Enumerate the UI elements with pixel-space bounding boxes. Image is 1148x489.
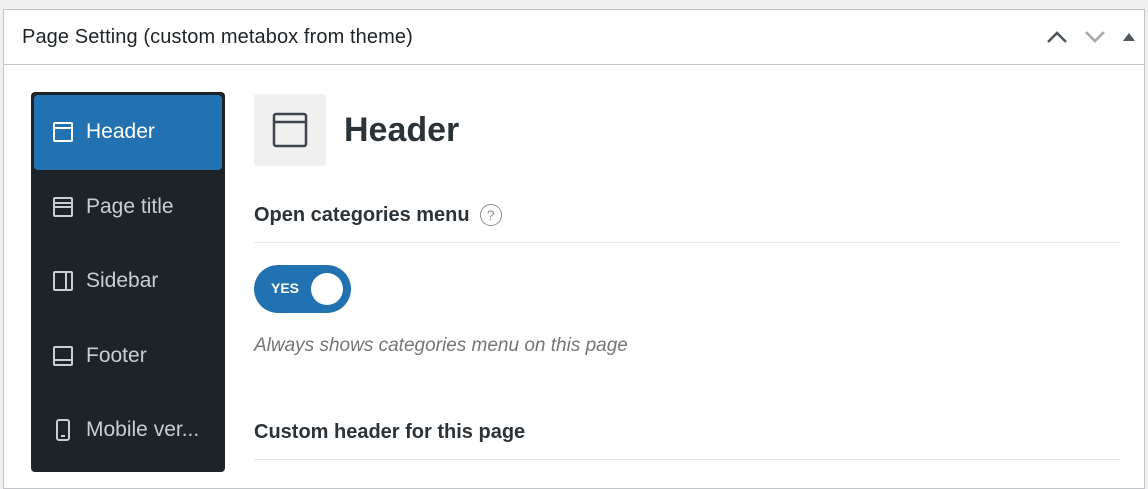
toggle-panel-button[interactable]: [1114, 18, 1144, 56]
chevron-down-icon: [1085, 31, 1105, 43]
sidebar-item-footer[interactable]: Footer: [34, 319, 222, 394]
chevron-up-icon: [1047, 31, 1067, 43]
custom-header-field: Custom header for this page: [254, 420, 1120, 444]
field-divider: [254, 459, 1120, 460]
section-heading: Header: [254, 93, 1120, 167]
sidebar-item-mobile-version[interactable]: Mobile ver...: [34, 393, 222, 468]
mobile-icon: [52, 419, 74, 442]
metabox-handle-actions: [1038, 10, 1144, 64]
field-divider: [254, 242, 1120, 243]
metabox-header: Page Setting (custom metabox from theme): [4, 10, 1144, 65]
toggle-state-label: YES: [271, 280, 300, 296]
field-description: Always shows categories menu on this pag…: [254, 335, 628, 356]
sidebar-layout-icon: [52, 270, 74, 292]
help-icon[interactable]: ?: [479, 204, 502, 226]
page-title-icon: [52, 196, 74, 218]
open-categories-field: Open categories menu ?: [254, 203, 1120, 227]
metabox-title: Page Setting (custom metabox from theme): [22, 25, 413, 48]
page-setting-metabox: Page Setting (custom metabox from theme): [3, 9, 1145, 489]
toggle-knob: [311, 273, 343, 305]
sidebar-item-sidebar[interactable]: Sidebar: [34, 244, 222, 319]
move-up-button[interactable]: [1038, 18, 1076, 56]
header-layout-icon: [254, 94, 326, 166]
settings-sidebar: Header Page title Sidebar Footer Mobile …: [31, 92, 225, 472]
sidebar-item-label: Page title: [86, 194, 174, 218]
move-down-button[interactable]: [1076, 18, 1114, 56]
sidebar-item-label: Mobile ver...: [86, 418, 200, 442]
sidebar-item-page-title[interactable]: Page title: [34, 170, 222, 245]
sidebar-item-header[interactable]: Header: [34, 95, 222, 170]
triangle-up-icon: [1123, 33, 1135, 41]
sidebar-item-label: Footer: [86, 343, 147, 367]
field-label: Custom header for this page: [254, 420, 526, 443]
footer-layout-icon: [52, 345, 74, 367]
settings-content: Header Open categories menu ? YES Always…: [254, 93, 1120, 460]
section-title: Header: [344, 110, 460, 149]
open-categories-toggle[interactable]: YES: [254, 265, 351, 313]
sidebar-item-label: Header: [86, 120, 155, 144]
field-label: Open categories menu: [254, 203, 470, 226]
sidebar-item-label: Sidebar: [86, 269, 159, 293]
header-layout-icon: [52, 121, 74, 143]
